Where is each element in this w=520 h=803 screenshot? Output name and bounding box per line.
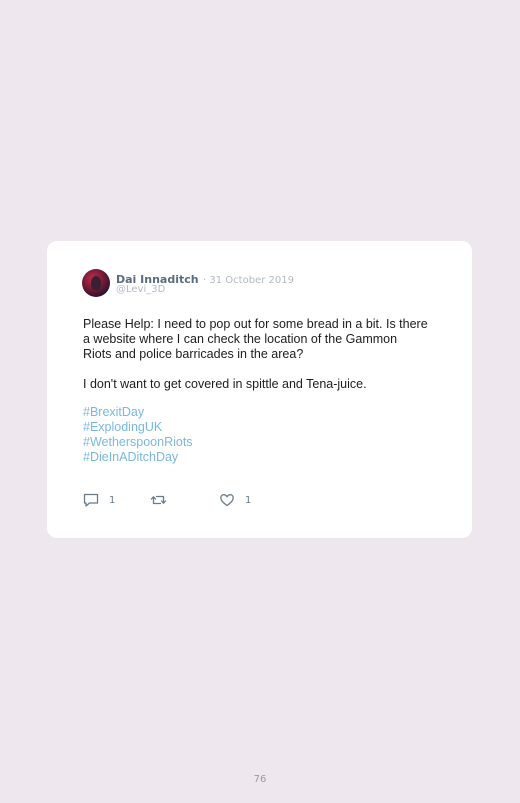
like-count: 1 [245, 494, 252, 506]
comment-icon [83, 492, 99, 508]
hashtag-list: #BrexitDay #ExplodingUK #WetherspoonRiot… [83, 405, 193, 465]
retweet-button[interactable] [150, 492, 177, 508]
reply-button[interactable]: 1 [83, 492, 115, 508]
tweet-paragraph: I don't want to get covered in spittle a… [83, 377, 367, 391]
tweet-actions: 1 1 [83, 492, 283, 512]
retweet-icon [150, 492, 167, 508]
hashtag-link[interactable]: #WetherspoonRiots [83, 435, 193, 450]
tweet-paragraph: Please Help: I need to pop out for some … [83, 317, 428, 361]
like-button[interactable]: 1 [219, 492, 251, 508]
hashtag-link[interactable]: #DieInADitchDay [83, 450, 193, 465]
hashtag-link[interactable]: #ExplodingUK [83, 420, 193, 435]
reply-count: 1 [109, 494, 116, 506]
tweet-date[interactable]: · 31 October 2019 [203, 275, 294, 286]
author-handle[interactable]: @Levi_3D [116, 284, 165, 295]
hashtag-link[interactable]: #BrexitDay [83, 405, 193, 420]
page-number: 76 [253, 774, 267, 785]
tweet-card: Dai Innaditch · 31 October 2019 @Levi_3D… [47, 241, 472, 538]
heart-icon [219, 492, 235, 508]
tweet-body: Please Help: I need to pop out for some … [83, 317, 428, 407]
avatar[interactable] [82, 269, 110, 297]
